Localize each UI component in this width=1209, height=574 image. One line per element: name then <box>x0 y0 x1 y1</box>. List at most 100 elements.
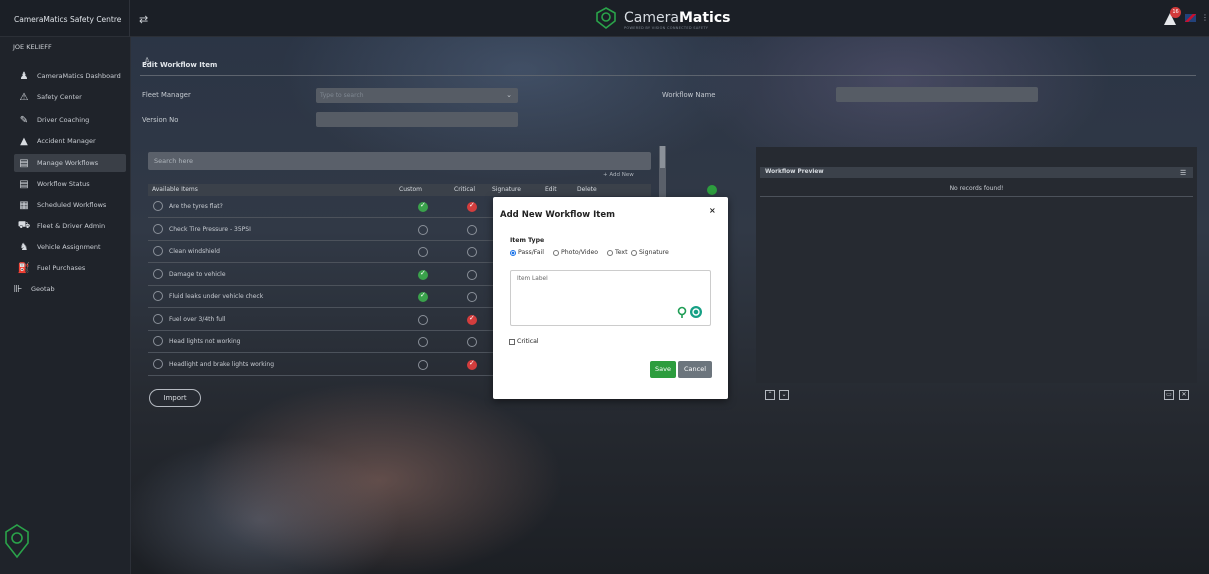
sidebar-item-vehicle-assignment[interactable]: ♞ Vehicle Assignment <box>14 238 126 256</box>
custom-empty-icon[interactable] <box>418 314 428 325</box>
custom-check-icon[interactable] <box>418 269 428 280</box>
close-icon[interactable]: × <box>709 206 716 215</box>
radio-icon[interactable] <box>607 249 613 256</box>
car-icon: ⛟ <box>17 219 31 231</box>
add-new-link[interactable]: + Add New <box>603 172 634 178</box>
sidebar-item-fleet-driver-admin[interactable]: ⛟ Fleet & Driver Admin <box>14 217 126 235</box>
critical-empty-icon[interactable] <box>467 224 477 235</box>
row-label: Clean windshield <box>169 248 220 255</box>
scrollbar-thumb[interactable] <box>660 146 665 168</box>
col-custom: Custom <box>399 186 422 193</box>
clipboard-icon: ▤ <box>19 178 29 190</box>
row-label: Damage to vehicle <box>169 270 226 278</box>
checkbox-icon[interactable] <box>509 338 515 345</box>
logo-mark-icon <box>5 524 29 559</box>
custom-empty-icon[interactable] <box>418 247 428 257</box>
radio-icon[interactable] <box>553 249 559 256</box>
sidebar-item-label: Accident Manager <box>37 137 96 145</box>
sidebar-item-accident-manager[interactable]: ▲ Accident Manager <box>14 132 126 150</box>
radio-signature[interactable]: Signature <box>631 249 669 256</box>
chevron-down-icon: ⌄ <box>506 91 512 99</box>
move-down-icon[interactable]: ⌄ <box>779 390 789 400</box>
clear-preview-icon[interactable]: ✕ <box>1179 390 1189 400</box>
sidebar-item-label: Fuel Purchases <box>37 264 86 272</box>
radio-pass-fail[interactable]: Pass/Fail <box>510 249 544 256</box>
row-select-radio[interactable] <box>153 336 163 346</box>
sidebar-item-safety-center[interactable]: ⚠ Safety Center <box>14 88 126 106</box>
row-select-radio[interactable] <box>153 358 163 369</box>
sidebar-item-geotab[interactable]: ⊪ Geotab <box>8 280 120 298</box>
items-search-input[interactable]: Search here <box>148 152 651 170</box>
item-label-placeholder: Item Label <box>517 276 548 282</box>
logo-tagline: POWERED BY VISION CONNECTED SAFETY <box>624 26 709 30</box>
version-no-input[interactable] <box>316 112 518 127</box>
cancel-button[interactable]: Cancel <box>678 361 712 378</box>
grammar-assistant-icon[interactable] <box>676 305 710 319</box>
swap-icon[interactable]: ⇄ <box>139 13 148 26</box>
sidebar-item-fuel-purchases[interactable]: ⛽ Fuel Purchases <box>14 259 126 277</box>
coaching-icon: ✎ <box>19 114 29 126</box>
critical-check-icon[interactable] <box>467 359 477 370</box>
radio-photo-video[interactable]: Photo/Video <box>553 249 598 256</box>
sidebar-item-label: Fleet & Driver Admin <box>37 222 106 230</box>
row-label: Fuel over 3/4th full <box>169 315 226 323</box>
row-label: Are the tyres flat? <box>169 203 223 210</box>
add-item-arrow-icon[interactable] <box>707 185 717 195</box>
move-up-icon[interactable]: ⌃ <box>765 390 775 400</box>
workflow-name-input[interactable] <box>836 87 1038 102</box>
radio-label: Photo/Video <box>561 249 599 256</box>
menu-icon[interactable]: ⋮ <box>1201 13 1209 22</box>
fleet-manager-label: Fleet Manager <box>142 91 191 99</box>
sidebar-item-label: Safety Center <box>37 93 82 101</box>
row-select-radio[interactable] <box>153 201 163 211</box>
row-select-radio[interactable] <box>153 223 163 234</box>
import-button[interactable]: Import <box>149 389 201 407</box>
save-button[interactable]: Save <box>650 361 676 378</box>
col-delete: Delete <box>577 186 597 193</box>
col-available-items: Available Items <box>152 186 198 193</box>
row-select-radio[interactable] <box>153 313 163 324</box>
custom-empty-icon[interactable] <box>418 359 428 370</box>
critical-checkbox[interactable]: Critical <box>509 338 539 345</box>
fleet-manager-select[interactable]: Type to search ⌄ <box>316 88 518 103</box>
preview-header: Workflow Preview <box>760 167 1193 178</box>
custom-empty-icon[interactable] <box>418 337 428 347</box>
row-select-radio[interactable] <box>153 246 163 256</box>
row-select-radio[interactable] <box>153 268 163 279</box>
radio-icon[interactable] <box>631 249 637 256</box>
radio-selected-icon[interactable] <box>510 249 516 256</box>
row-select-radio[interactable] <box>153 291 163 301</box>
list-icon[interactable]: ☰ <box>1180 169 1186 177</box>
items-table-header: Available Items Custom Critical Signatur… <box>148 184 651 196</box>
app-title[interactable]: CameraMatics Safety Centre <box>0 0 130 37</box>
sidebar-item-workflow-status[interactable]: ▤ Workflow Status <box>14 175 126 193</box>
sidebar-item-manage-workflows[interactable]: ▤ Manage Workflows <box>14 154 126 172</box>
page-title: Edit Workflow Item <box>142 61 218 69</box>
row-label: Headlight and brake lights working <box>169 360 275 368</box>
custom-check-icon[interactable] <box>418 291 428 302</box>
radio-text[interactable]: Text <box>607 249 628 256</box>
divider <box>760 196 1193 197</box>
critical-empty-icon[interactable] <box>467 292 477 302</box>
notification-badge[interactable]: 16 <box>1170 7 1181 18</box>
row-label: Check Tire Pressure - 35PSI <box>169 225 251 233</box>
critical-empty-icon[interactable] <box>467 247 477 257</box>
uk-flag-icon[interactable] <box>1185 14 1196 22</box>
critical-empty-icon[interactable] <box>467 337 477 347</box>
sidebar-item-driver-coaching[interactable]: ✎ Driver Coaching <box>14 111 126 129</box>
custom-check-icon[interactable] <box>418 201 428 212</box>
sidebar-item-dashboard[interactable]: ♟ CameraMatics Dashboard <box>14 67 126 85</box>
save-preview-icon[interactable]: ▭ <box>1164 390 1174 400</box>
sidebar-item-label: Workflow Status <box>37 180 90 188</box>
critical-empty-icon[interactable] <box>467 269 477 280</box>
col-critical: Critical <box>454 186 475 193</box>
version-no-label: Version No <box>142 116 179 124</box>
custom-empty-icon[interactable] <box>418 224 428 235</box>
user-name[interactable]: JOE KELIEFF <box>13 43 52 51</box>
critical-check-icon[interactable] <box>467 201 477 212</box>
critical-check-icon[interactable] <box>467 314 477 325</box>
sidebar-item-scheduled-workflows[interactable]: ▦ Scheduled Workflows <box>14 196 126 214</box>
geotab-icon: ⊪ <box>13 283 23 295</box>
sidebar-item-label: Manage Workflows <box>37 159 99 167</box>
col-signature: Signature <box>492 186 521 193</box>
